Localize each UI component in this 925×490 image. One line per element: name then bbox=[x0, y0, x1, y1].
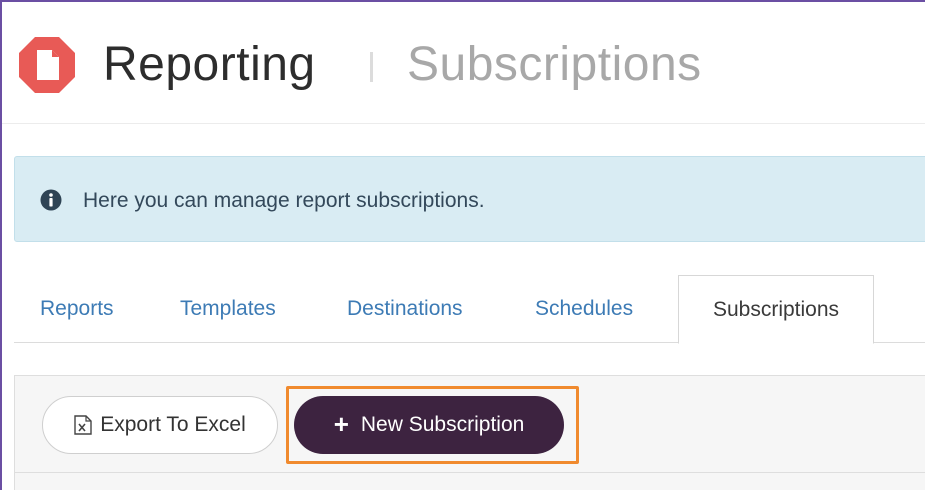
tab-reports[interactable]: Reports bbox=[40, 286, 114, 332]
reporting-logo-icon bbox=[19, 37, 75, 93]
app-window: Reporting Subscriptions Here you can man… bbox=[0, 0, 925, 490]
info-alert: Here you can manage report subscriptions… bbox=[14, 156, 925, 242]
tab-templates[interactable]: Templates bbox=[180, 286, 276, 332]
alert-message: Here you can manage report subscriptions… bbox=[83, 189, 485, 212]
title-separator bbox=[370, 52, 373, 82]
export-button-label: Export To Excel bbox=[100, 413, 246, 436]
new-subscription-label: New Subscription bbox=[360, 413, 525, 436]
page-header: Reporting Subscriptions bbox=[2, 2, 925, 124]
new-subscription-button[interactable]: + New Subscription bbox=[294, 396, 564, 454]
excel-file-icon bbox=[74, 415, 92, 435]
export-to-excel-button[interactable]: Export To Excel bbox=[42, 396, 278, 454]
app-title: Reporting bbox=[103, 38, 316, 91]
tab-schedules[interactable]: Schedules bbox=[535, 286, 633, 332]
tab-subscriptions[interactable]: Subscriptions bbox=[678, 275, 874, 344]
info-circle-icon bbox=[40, 189, 62, 211]
toolbar-divider bbox=[14, 472, 925, 473]
section-title: Subscriptions bbox=[407, 38, 702, 91]
plus-icon: + bbox=[333, 409, 349, 439]
tab-destinations[interactable]: Destinations bbox=[347, 286, 463, 332]
